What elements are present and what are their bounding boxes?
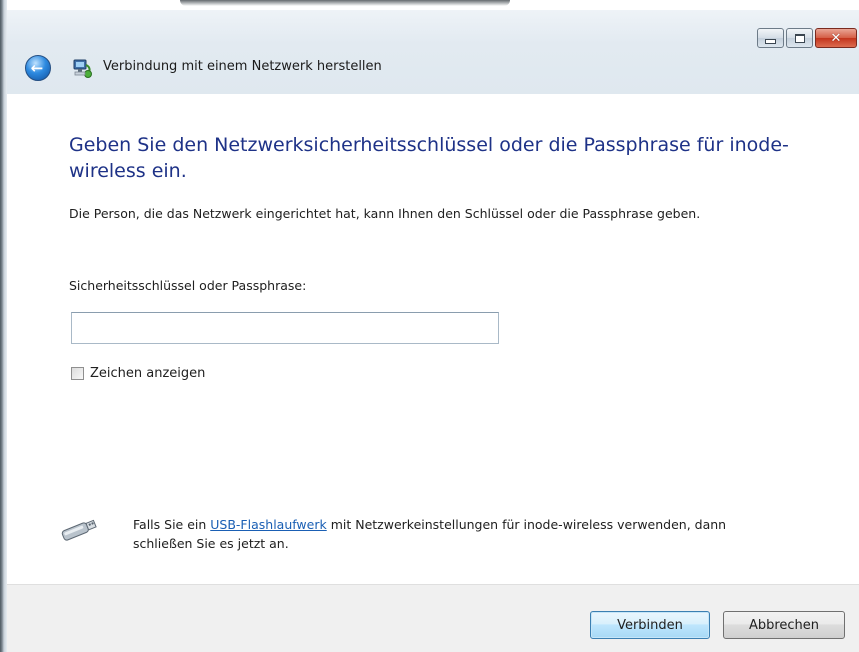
usb-flashdrive-link[interactable]: USB-Flashlaufwerk <box>210 517 326 532</box>
show-characters-checkbox[interactable] <box>71 367 84 380</box>
minimize-button[interactable] <box>757 28 784 48</box>
caption-buttons: ✕ <box>757 28 857 50</box>
minimize-icon <box>765 39 776 44</box>
network-connect-dialog: ✕ ← Verbindung mit einem Netzwerk herste… <box>0 0 859 652</box>
page-heading: Geben Sie den Netzwerksicherheitsschlüss… <box>69 134 789 182</box>
show-characters-label[interactable]: Zeichen anzeigen <box>90 366 205 381</box>
passphrase-input[interactable] <box>71 312 499 344</box>
usb-hint-text: Falls Sie ein USB-Flashlaufwerk mit Netz… <box>133 515 753 553</box>
dialog-footer: Verbinden Abbrechen <box>7 584 859 652</box>
network-icon <box>73 59 92 78</box>
usb-drive-icon <box>61 519 97 541</box>
description-text: Die Person, die das Netzwerk eingerichte… <box>69 206 701 221</box>
back-arrow-icon: ← <box>30 58 44 77</box>
cancel-button[interactable]: Abbrechen <box>723 611 845 639</box>
passphrase-label: Sicherheitsschlüssel oder Passphrase: <box>69 278 307 293</box>
connect-button[interactable]: Verbinden <box>590 611 710 639</box>
back-button[interactable]: ← <box>25 55 51 81</box>
title-bar: ✕ <box>7 10 859 94</box>
close-button[interactable]: ✕ <box>815 28 857 48</box>
maximize-button[interactable] <box>786 28 813 48</box>
window-frame-top <box>180 0 510 6</box>
maximize-icon <box>794 33 805 43</box>
show-characters-option[interactable]: Zeichen anzeigen <box>71 366 205 381</box>
close-icon: ✕ <box>830 30 842 46</box>
window-title: Verbindung mit einem Netzwerk herstellen <box>103 59 382 74</box>
dialog-content: Geben Sie den Netzwerksicherheitsschlüss… <box>7 94 859 584</box>
usb-hint-prefix: Falls Sie ein <box>133 517 211 532</box>
window-frame-left <box>0 0 7 652</box>
